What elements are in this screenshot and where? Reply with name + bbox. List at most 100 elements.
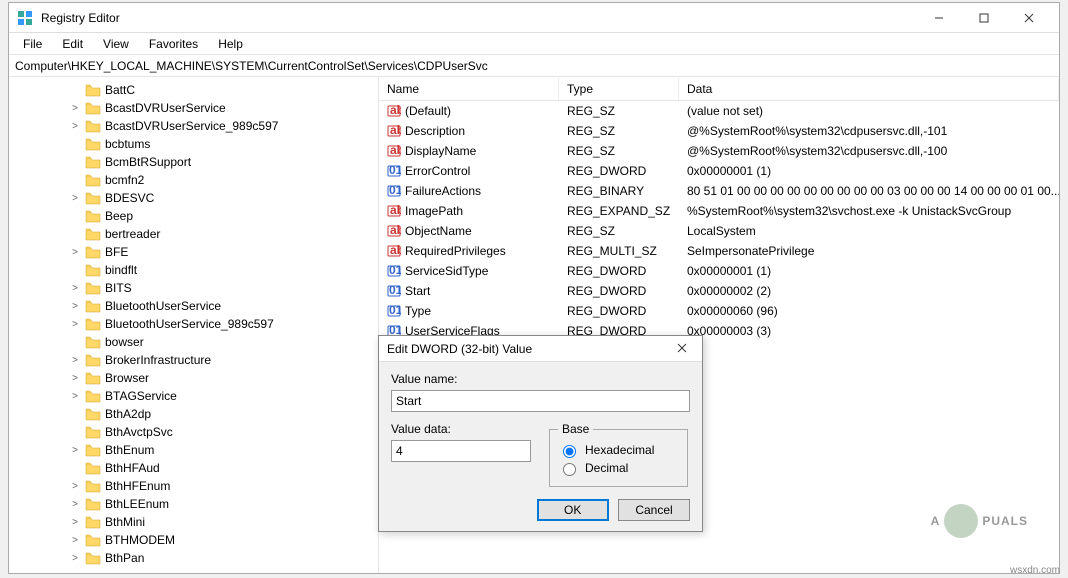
tree-item[interactable]: >BluetoothUserService_989c597 — [9, 315, 378, 333]
tree-item-label: Browser — [105, 371, 149, 385]
tree-item[interactable]: BthHFAud — [9, 459, 378, 477]
folder-icon — [85, 299, 101, 313]
expand-toggle-icon[interactable]: > — [69, 121, 81, 132]
value-type: REG_SZ — [559, 103, 679, 119]
address-bar[interactable]: Computer\HKEY_LOCAL_MACHINE\SYSTEM\Curre… — [9, 55, 1059, 77]
svg-text:011: 011 — [389, 284, 401, 297]
value-type: REG_SZ — [559, 223, 679, 239]
tree-item[interactable]: > BTHMODEM — [9, 531, 378, 549]
value-type: REG_DWORD — [559, 263, 679, 279]
value-row[interactable]: 011TypeREG_DWORD0x00000060 (96) — [379, 301, 1059, 321]
expand-toggle-icon[interactable]: > — [69, 247, 81, 258]
tree-item[interactable]: > Browser — [9, 369, 378, 387]
tree-item-label: BTHMODEM — [105, 533, 175, 547]
column-type[interactable]: Type — [559, 78, 679, 100]
tree-item[interactable]: bindflt — [9, 261, 378, 279]
tree-item[interactable]: >BTAGService — [9, 387, 378, 405]
tree-item[interactable]: >BcastDVRUserService_989c597 — [9, 117, 378, 135]
folder-icon — [85, 515, 101, 529]
dialog-close-button[interactable] — [670, 342, 694, 356]
radio-decimal[interactable] — [563, 463, 576, 476]
expand-toggle-icon[interactable]: > — [69, 319, 81, 330]
cancel-button[interactable]: Cancel — [618, 499, 690, 521]
tree-item[interactable]: bowser — [9, 333, 378, 351]
menu-help[interactable]: Help — [210, 35, 251, 53]
expand-toggle-icon[interactable]: > — [69, 445, 81, 456]
dialog-title: Edit DWORD (32-bit) Value — [387, 342, 670, 356]
column-name[interactable]: Name — [379, 78, 559, 100]
column-data[interactable]: Data — [679, 78, 1059, 100]
menubar: File Edit View Favorites Help — [9, 33, 1059, 55]
value-data-field[interactable] — [391, 440, 531, 462]
tree-item[interactable]: >BthHFEnum — [9, 477, 378, 495]
expand-toggle-icon[interactable]: > — [69, 535, 81, 546]
menu-favorites[interactable]: Favorites — [141, 35, 206, 53]
tree-item[interactable]: >BthLEEnum — [9, 495, 378, 513]
tree-item[interactable]: bcmfn2 — [9, 171, 378, 189]
tree-item[interactable]: bertreader — [9, 225, 378, 243]
tree-item-label: BthHFAud — [105, 461, 160, 475]
menu-edit[interactable]: Edit — [54, 35, 91, 53]
tree-item[interactable]: BcmBtRSupport — [9, 153, 378, 171]
menu-view[interactable]: View — [95, 35, 137, 53]
tree-item[interactable]: >BITS — [9, 279, 378, 297]
value-name: ObjectName — [405, 224, 472, 238]
value-row[interactable]: abImagePathREG_EXPAND_SZ%SystemRoot%\sys… — [379, 201, 1059, 221]
value-row[interactable]: abDisplayNameREG_SZ@%SystemRoot%\system3… — [379, 141, 1059, 161]
tree-item[interactable]: BattC — [9, 81, 378, 99]
tree-item[interactable]: >BluetoothUserService — [9, 297, 378, 315]
value-row[interactable]: 011ErrorControlREG_DWORD0x00000001 (1) — [379, 161, 1059, 181]
tree-pane[interactable]: BattC > BcastDVRUserService >BcastDVRUserSe… — [9, 77, 379, 573]
value-row[interactable]: 011FailureActionsREG_BINARY80 51 01 00 0… — [379, 181, 1059, 201]
tree-item-label: BcastDVRUserService — [105, 101, 226, 115]
expand-toggle-icon[interactable]: > — [69, 193, 81, 204]
expand-toggle-icon[interactable]: > — [69, 553, 81, 564]
tree-item[interactable]: > BthMini — [9, 513, 378, 531]
expand-toggle-icon[interactable]: > — [69, 373, 81, 384]
folder-icon — [85, 389, 101, 403]
expand-toggle-icon[interactable]: > — [69, 301, 81, 312]
titlebar[interactable]: Registry Editor — [9, 3, 1059, 33]
tree-item[interactable]: >BthEnum — [9, 441, 378, 459]
expand-toggle-icon[interactable]: > — [69, 103, 81, 114]
tree-item[interactable]: BthA2dp — [9, 405, 378, 423]
tree-item[interactable]: >BFE — [9, 243, 378, 261]
value-name: DisplayName — [405, 144, 476, 158]
value-type-icon: 011 — [387, 264, 401, 278]
ok-button[interactable]: OK — [537, 499, 609, 521]
columns-header[interactable]: Name Type Data — [379, 77, 1059, 101]
maximize-button[interactable] — [961, 4, 1006, 32]
value-row[interactable]: ab(Default)REG_SZ(value not set) — [379, 101, 1059, 121]
tree-item[interactable]: >BthPan — [9, 549, 378, 567]
base-label: Base — [558, 422, 593, 436]
expand-toggle-icon[interactable]: > — [69, 499, 81, 510]
expand-toggle-icon[interactable]: > — [69, 391, 81, 402]
value-row[interactable]: abObjectNameREG_SZLocalSystem — [379, 221, 1059, 241]
expand-toggle-icon[interactable]: > — [69, 517, 81, 528]
tree-item[interactable]: >BDESVC — [9, 189, 378, 207]
value-row[interactable]: 011ServiceSidTypeREG_DWORD0x00000001 (1) — [379, 261, 1059, 281]
close-button[interactable] — [1006, 4, 1051, 32]
tree-item[interactable]: Beep — [9, 207, 378, 225]
expand-toggle-icon[interactable]: > — [69, 355, 81, 366]
folder-icon — [85, 227, 101, 241]
value-row[interactable]: 011StartREG_DWORD0x00000002 (2) — [379, 281, 1059, 301]
tree-item[interactable]: BthAvctpSvc — [9, 423, 378, 441]
value-data: 0x00000001 (1) — [679, 163, 1059, 179]
menu-file[interactable]: File — [15, 35, 50, 53]
value-row[interactable]: abDescriptionREG_SZ@%SystemRoot%\system3… — [379, 121, 1059, 141]
tree-item[interactable]: >BrokerInfrastructure — [9, 351, 378, 369]
value-data: 0x00000002 (2) — [679, 283, 1059, 299]
expand-toggle-icon[interactable]: > — [69, 283, 81, 294]
expand-toggle-icon[interactable]: > — [69, 481, 81, 492]
minimize-button[interactable] — [916, 4, 961, 32]
tree-item[interactable]: > BcastDVRUserService — [9, 99, 378, 117]
tree-item[interactable]: bcbtums — [9, 135, 378, 153]
radio-hexadecimal[interactable] — [563, 445, 576, 458]
value-type-icon: ab — [387, 144, 401, 158]
tree-item-label: BthMini — [105, 515, 145, 529]
window-title: Registry Editor — [41, 11, 916, 25]
value-name-field[interactable] — [391, 390, 690, 412]
value-data: @%SystemRoot%\system32\cdpusersvc.dll,-1… — [679, 143, 1059, 159]
value-row[interactable]: abRequiredPrivilegesREG_MULTI_SZSeImpers… — [379, 241, 1059, 261]
